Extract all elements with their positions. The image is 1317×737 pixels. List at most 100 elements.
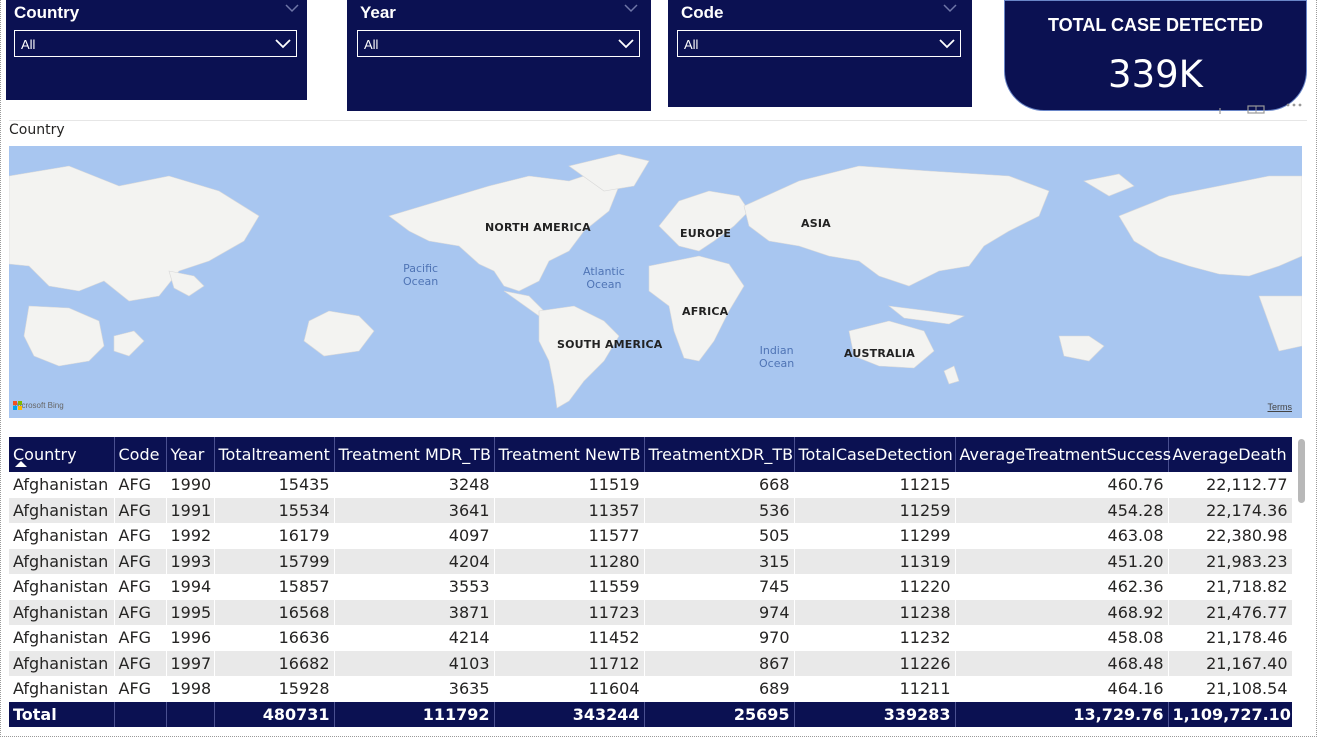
label-atlantic-ocean: Atlantic Ocean: [583, 265, 625, 291]
country-dropdown[interactable]: All: [14, 30, 297, 57]
label-africa: AFRICA: [682, 305, 729, 318]
country-slicer-title: Country: [14, 3, 80, 22]
table-cell: 3871: [334, 599, 495, 625]
table-scrollbar[interactable]: [1296, 437, 1306, 705]
table-cell: 11259: [794, 497, 956, 523]
table-row[interactable]: Afghanistan AFG 1993 15799 4204 11280 315 11319…: [9, 548, 1292, 574]
year-slicer-title: Year: [360, 3, 396, 22]
column-header-treatment-newtb[interactable]: Treatment NewTB: [494, 437, 645, 472]
table-cell: 1996: [166, 625, 215, 651]
table-row[interactable]: Afghanistan AFG 1990 15435 3248 11519 668 11215…: [9, 472, 1292, 498]
table-cell: 315: [644, 548, 795, 574]
table-cell: 11712: [494, 650, 645, 676]
table-cell: 1998: [166, 676, 215, 702]
table-cell: 4097: [334, 523, 495, 549]
table-cell: 1992: [166, 523, 215, 549]
total-cell: 339283: [794, 701, 956, 727]
table-cell: 11211: [794, 676, 956, 702]
table-cell: Afghanistan: [9, 497, 115, 523]
table-cell: AFG: [114, 676, 167, 702]
table-cell: 468.48: [955, 650, 1169, 676]
table-cell: 3635: [334, 676, 495, 702]
table-row[interactable]: Afghanistan AFG 1998 15928 3635 11604 689 11211…: [9, 676, 1292, 702]
table-cell: 15534: [214, 497, 335, 523]
column-header-averagedeath[interactable]: AverageDeath: [1168, 437, 1292, 472]
table-row[interactable]: Afghanistan AFG 1996 16636 4214 11452 970 11232…: [9, 625, 1292, 651]
column-header-code[interactable]: Code: [114, 437, 167, 472]
table-row[interactable]: Afghanistan AFG 1997 16682 4103 11712 867 11226…: [9, 650, 1292, 676]
table-cell: 668: [644, 472, 795, 498]
column-header-averagetreatmentsuccess[interactable]: AverageTreatmentSuccess: [955, 437, 1171, 472]
world-map[interactable]: NORTH AMERICA EUROPE ASIA AFRICA SOUTH A…: [9, 146, 1302, 418]
visual-header-icons: [1219, 103, 1302, 114]
collapse-chevron-icon[interactable]: [284, 2, 300, 14]
table-cell: 11238: [794, 599, 956, 625]
table-cell: 21,983.23: [1168, 548, 1292, 574]
scrollbar-thumb[interactable]: [1298, 439, 1305, 503]
table-cell: 11604: [494, 676, 645, 702]
table-cell: 3641: [334, 497, 495, 523]
column-header-treatmentxdr-tb[interactable]: TreatmentXDR_TB: [644, 437, 795, 472]
focus-mode-icon[interactable]: [1247, 105, 1265, 114]
table-cell: Afghanistan: [9, 472, 115, 498]
total-cell: 25695: [644, 701, 795, 727]
table-cell: 11232: [794, 625, 956, 651]
table-cell: 15435: [214, 472, 335, 498]
sort-ascending-icon: [15, 461, 27, 467]
table-cell: 16682: [214, 650, 335, 676]
code-dropdown-value: All: [684, 37, 699, 52]
map-land: [9, 153, 1302, 409]
table-cell: 4204: [334, 548, 495, 574]
terms-link[interactable]: Terms: [1268, 402, 1293, 412]
table-cell: 1994: [166, 574, 215, 600]
table-row[interactable]: Afghanistan AFG 1995 16568 3871 11723 974 11238…: [9, 599, 1292, 625]
total-cell: 111792: [334, 701, 495, 727]
table-cell: 11319: [794, 548, 956, 574]
column-header-totalcasedetection[interactable]: TotalCaseDetection: [794, 437, 956, 472]
table-cell: AFG: [114, 650, 167, 676]
table-cell: AFG: [114, 574, 167, 600]
kpi-title: TOTAL CASE DETECTED: [1047, 15, 1263, 35]
table-cell: 4103: [334, 650, 495, 676]
table-cell: AFG: [114, 548, 167, 574]
year-dropdown[interactable]: All: [357, 30, 640, 57]
table-cell: 21,718.82: [1168, 574, 1292, 600]
table-cell: 11299: [794, 523, 956, 549]
country-dropdown-value: All: [21, 37, 36, 52]
collapse-chevron-icon[interactable]: [942, 2, 958, 14]
table-cell: 4214: [334, 625, 495, 651]
table-cell: 22,174.36: [1168, 497, 1292, 523]
column-header-treatment-mdr-tb[interactable]: Treatment MDR_TB: [334, 437, 495, 472]
code-dropdown[interactable]: All: [677, 30, 961, 57]
table-cell: 21,167.40: [1168, 650, 1292, 676]
column-header-totaltreament[interactable]: Totaltreament: [214, 437, 335, 472]
table-cell: 689: [644, 676, 795, 702]
table-body: Afghanistan AFG 1990 15435 3248 11519 668 11215…: [9, 472, 1292, 702]
table-cell: 21,178.46: [1168, 625, 1292, 651]
code-slicer-title: Code: [681, 3, 724, 22]
table-cell: 11519: [494, 472, 645, 498]
table-row[interactable]: Afghanistan AFG 1991 15534 3641 11357 536 11259…: [9, 497, 1292, 523]
bing-attribution: Microsoft Bing: [13, 401, 64, 410]
column-header-country[interactable]: Country: [9, 437, 115, 472]
report-canvas: Country All Year All Code All TOTAL CASE…: [0, 0, 1317, 737]
label-australia: AUSTRALIA: [844, 347, 915, 360]
chevron-down-icon: [275, 39, 291, 49]
label-north-america: NORTH AMERICA: [485, 221, 591, 234]
table-cell: 11220: [794, 574, 956, 600]
table-cell: Afghanistan: [9, 523, 115, 549]
table-cell: 468.92: [955, 599, 1169, 625]
collapse-chevron-icon[interactable]: [623, 2, 639, 14]
table-row[interactable]: Afghanistan AFG 1992 16179 4097 11577 505 11299…: [9, 523, 1292, 549]
table-cell: 867: [644, 650, 795, 676]
more-options-icon[interactable]: [1286, 103, 1302, 107]
column-header-year[interactable]: Year: [166, 437, 215, 472]
table-cell: 464.16: [955, 676, 1169, 702]
total-case-card: TOTAL CASE DETECTED 339K: [1004, 0, 1307, 111]
table-cell: 1990: [166, 472, 215, 498]
data-table: Country Code Year Totaltreament Treatment MD…: [9, 437, 1292, 730]
table-header-row: Country Code Year Totaltreament Treatment MD…: [9, 437, 1292, 472]
table-cell: 974: [644, 599, 795, 625]
total-cell: [166, 701, 215, 727]
table-row[interactable]: Afghanistan AFG 1994 15857 3553 11559 745 11220…: [9, 574, 1292, 600]
